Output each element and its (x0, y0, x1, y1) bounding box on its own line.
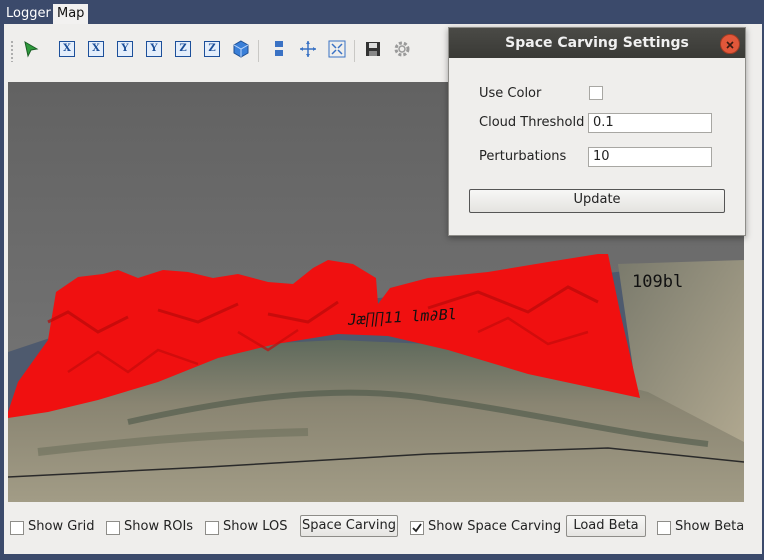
load-beta-button[interactable]: Load Beta (566, 515, 646, 537)
show-grid-label: Show Grid (28, 519, 95, 534)
cloud-threshold-input[interactable]: 0.1 (588, 113, 712, 133)
axis-z-pos-button[interactable]: Z (172, 38, 194, 60)
show-grid-checkbox[interactable] (10, 521, 24, 535)
space-carving-button[interactable]: Space Carving (300, 515, 398, 537)
axis-z-neg-button[interactable]: Z (201, 38, 223, 60)
tab-map[interactable]: Map (53, 4, 89, 24)
show-los-label: Show LOS (223, 519, 288, 534)
iso-view-cube-icon[interactable] (230, 38, 252, 60)
axis-x-neg-button[interactable]: X (85, 38, 107, 60)
update-button[interactable]: Update (469, 189, 725, 213)
settings-gear-icon[interactable] (391, 38, 413, 60)
dialog-titlebar[interactable]: Space Carving Settings (449, 28, 745, 58)
axis-y-neg-button[interactable]: Y (143, 38, 165, 60)
axis-label: X (59, 41, 75, 57)
cloud-threshold-label: Cloud Threshold (479, 115, 585, 130)
select-tool-icon[interactable] (20, 38, 42, 60)
show-space-carving-checkbox[interactable] (410, 521, 424, 535)
axis-x-pos-button[interactable]: X (56, 38, 78, 60)
space-carving-settings-dialog: Space Carving Settings Use Color Cloud T… (448, 27, 746, 236)
toolbar-separator (258, 40, 259, 62)
fit-view-icon[interactable] (326, 38, 348, 60)
tab-logger[interactable]: Logger (2, 4, 55, 24)
perturbations-input[interactable]: 10 (588, 147, 712, 167)
tab-bar: Logger Map (0, 0, 764, 24)
show-beta-checkbox[interactable] (657, 521, 671, 535)
save-icon[interactable] (362, 38, 384, 60)
dialog-title: Space Carving Settings (505, 35, 689, 51)
show-space-carving-label: Show Space Carving (428, 519, 562, 534)
map-bottom-bar: Show Grid Show ROIs Show LOS Space Carvi… (0, 510, 758, 544)
toolbar-separator (354, 40, 355, 62)
use-color-label: Use Color (479, 86, 542, 101)
toolbar-grip[interactable] (10, 40, 14, 62)
axis-label: X (88, 41, 104, 57)
axis-label: Y (117, 41, 133, 57)
show-beta-label: Show Beta (675, 519, 745, 534)
viewport-text-overlay-right: 109bl (632, 272, 684, 292)
axis-label: Y (146, 41, 162, 57)
axis-y-pos-button[interactable]: Y (114, 38, 136, 60)
close-icon (726, 41, 734, 49)
perturbations-label: Perturbations (479, 149, 567, 164)
use-color-checkbox[interactable] (589, 86, 603, 100)
axis-label: Z (204, 41, 220, 57)
axis-label: Z (175, 41, 191, 57)
show-los-checkbox[interactable] (205, 521, 219, 535)
checkmark-icon (412, 523, 422, 533)
show-rois-checkbox[interactable] (106, 521, 120, 535)
show-rois-label: Show ROIs (124, 519, 194, 534)
dialog-close-button[interactable] (720, 34, 740, 54)
layout-icon[interactable] (268, 38, 290, 60)
move-tool-icon[interactable] (297, 38, 319, 60)
map-toolbar: X X Y Y Z Z (10, 36, 430, 62)
